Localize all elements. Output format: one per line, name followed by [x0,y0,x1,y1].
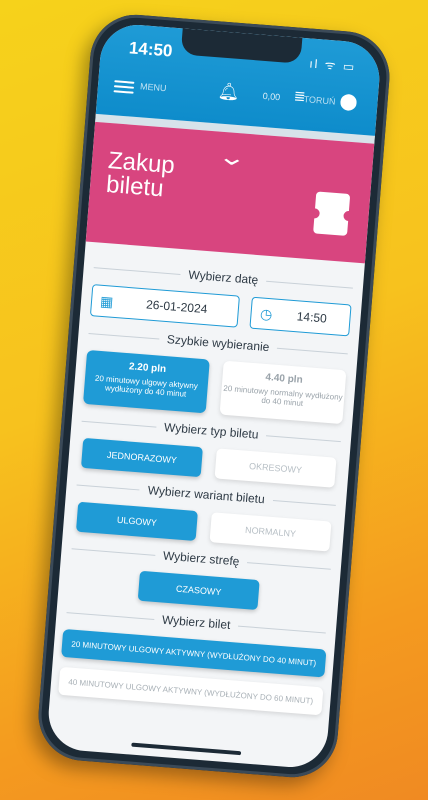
type-jednorazowy-button[interactable]: JEDNORAZOWY [80,437,203,478]
variant-normalny-button[interactable]: NORMALNY [209,512,332,552]
time-picker[interactable]: ◷ 14:50 [249,296,352,337]
wallet-balance: 0,00 [262,90,281,103]
time-value: 14:50 [296,309,328,326]
quick-option-ulgowy[interactable]: 2.20 pln 20 minutowy ulgowy aktywny wydł… [82,349,210,414]
menu-label[interactable]: MENU [140,81,167,93]
hamburger-menu-icon[interactable] [113,77,135,97]
city-selector[interactable]: TORUŃ [303,94,336,106]
date-value: 26-01-2024 [145,297,208,317]
status-icons: ıl ᯤ ▭ [308,56,357,75]
variant-ulgowy-button[interactable]: ULGOWY [75,501,198,542]
purchase-hero-banner: Zakup biletu ⌄ [85,121,375,264]
status-time: 14:50 [128,38,174,61]
calendar-icon: ▦ [99,292,114,310]
quick-options-row: 2.20 pln 20 minutowy ulgowy aktywny wydł… [82,349,347,425]
header-menu-row: MENU 🔔︎ 0,00 ≣ TORUŃ ⬤ [97,70,378,122]
phone-mockup: 14:50 ıl ᯤ ▭ MENU 🔔︎ 0,00 ≣ TORUŃ ⬤ Zaku… [35,11,393,781]
location-pin-icon[interactable]: ⬤ [339,91,358,112]
bell-icon[interactable]: 🔔︎ [217,81,240,103]
zone-czasowy-button[interactable]: CZASOWY [137,570,260,611]
quick-option-normalny[interactable]: 4.40 pln 20 minutowy normalny wydłużony … [219,360,347,425]
ticket-icon [313,191,351,236]
home-indicator [131,742,242,756]
date-picker[interactable]: ▦ 26-01-2024 [89,284,241,328]
clock-icon: ◷ [259,304,273,322]
purchase-form: Wybierz datę ▦ 26-01-2024 ◷ 14:50 Szybki… [50,241,365,716]
chevron-down-icon[interactable]: ⌄ [216,144,247,172]
page-title: Zakup biletu [105,147,228,206]
type-okresowy-button[interactable]: OKRESOWY [214,448,337,488]
phone-screen: 14:50 ıl ᯤ ▭ MENU 🔔︎ 0,00 ≣ TORUŃ ⬤ Zaku… [45,22,383,770]
